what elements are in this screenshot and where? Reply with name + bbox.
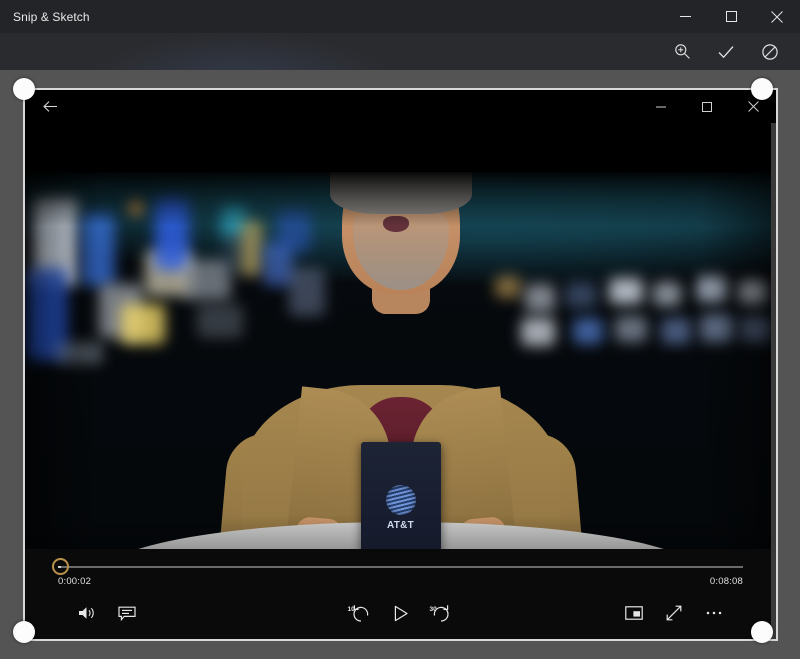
- close-icon: [771, 10, 783, 23]
- window-controls: [662, 0, 800, 33]
- current-time-label: 0:00:02: [58, 576, 92, 587]
- minimize-button[interactable]: [662, 0, 708, 33]
- controls-left-group: [67, 593, 147, 633]
- speaker-icon: [79, 607, 94, 619]
- media-player-window: AT&T 0:00:02 0:08:08 10 30: [25, 90, 776, 639]
- controls-row: 10 30: [25, 593, 776, 633]
- app-titlebar: Snip & Sketch: [0, 0, 800, 33]
- player-maximize-button[interactable]: [684, 90, 730, 123]
- close-button[interactable]: [754, 0, 800, 33]
- att-phone-box: AT&T: [360, 442, 441, 549]
- mini-player-icon: [625, 606, 643, 620]
- mini-player-button[interactable]: [614, 596, 654, 630]
- no-entry-icon: [762, 43, 778, 60]
- forward-30-button[interactable]: 30: [421, 596, 461, 630]
- closed-captions-button[interactable]: [107, 596, 147, 630]
- scrubber-row: 0:00:02 0:08:08: [25, 549, 776, 587]
- player-controls: 0:00:02 0:08:08 10 30: [25, 549, 776, 639]
- expand-arrows-icon: [666, 605, 682, 621]
- mouth: [382, 216, 409, 232]
- cancel-button[interactable]: [750, 36, 790, 68]
- close-icon: [747, 101, 759, 112]
- volume-button[interactable]: [67, 596, 107, 630]
- maximize-icon: [702, 101, 712, 112]
- app-title: Snip & Sketch: [13, 9, 90, 24]
- rewind-icon: [352, 604, 368, 622]
- video-frame[interactable]: AT&T: [25, 172, 776, 549]
- controls-right-group: [614, 593, 734, 633]
- more-options-button[interactable]: [694, 596, 734, 630]
- scrubber-track[interactable]: [58, 566, 743, 568]
- minimize-icon: [656, 106, 666, 107]
- forward-icon: [433, 604, 449, 622]
- player-minimize-button[interactable]: [638, 90, 684, 123]
- snip-toolbar: [0, 33, 800, 70]
- zoom-tool-button[interactable]: [662, 36, 702, 68]
- back-arrow-icon: [42, 101, 57, 112]
- snip-handle-top-left[interactable]: [13, 78, 35, 100]
- snip-handle-bottom-right[interactable]: [751, 621, 773, 643]
- full-screen-button[interactable]: [654, 596, 694, 630]
- scrubber-thumb[interactable]: [52, 558, 69, 575]
- player-titlebar: [25, 90, 776, 123]
- captions-icon: [118, 606, 136, 621]
- rewind-10-button[interactable]: 10: [341, 596, 381, 630]
- maximize-button[interactable]: [708, 0, 754, 33]
- controls-center-group: 10 30: [341, 593, 461, 633]
- inner-window-scrollbar[interactable]: [771, 123, 776, 639]
- hair: [329, 172, 472, 214]
- play-icon: [394, 605, 408, 621]
- back-button[interactable]: [33, 92, 67, 122]
- att-globe-icon: [385, 485, 416, 515]
- duration-label: 0:08:08: [709, 576, 743, 587]
- snip-and-sketch-window: Snip & Sketch AT&T 0:00:02 0:08:08 10 30: [0, 0, 800, 659]
- minimize-icon: [679, 16, 691, 17]
- video-stage[interactable]: AT&T: [25, 123, 776, 549]
- snip-handle-bottom-left[interactable]: [13, 621, 35, 643]
- att-brand-label: AT&T: [386, 520, 415, 531]
- snip-canvas[interactable]: AT&T 0:00:02 0:08:08 10 30: [0, 70, 800, 659]
- maximize-icon: [725, 11, 737, 22]
- snip-handle-top-right[interactable]: [751, 78, 773, 100]
- snip-selection-rect[interactable]: AT&T 0:00:02 0:08:08 10 30: [23, 88, 778, 641]
- ellipsis-icon: [706, 611, 722, 615]
- checkmark-icon: [718, 45, 734, 58]
- accept-button[interactable]: [706, 36, 746, 68]
- play-button[interactable]: [381, 596, 421, 630]
- magnifier-plus-icon: [674, 44, 690, 59]
